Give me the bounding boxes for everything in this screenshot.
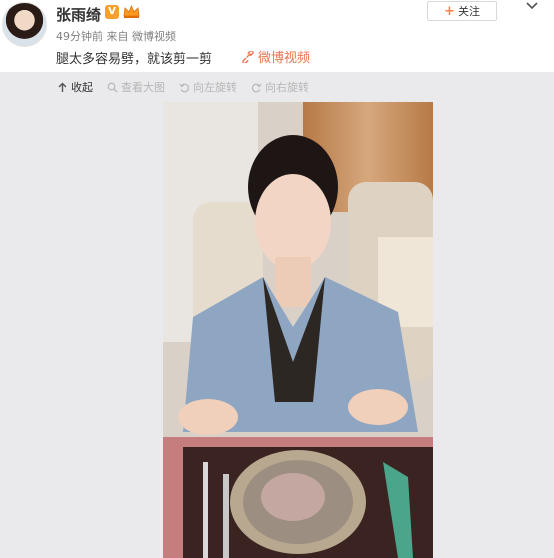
rotate-left-icon [179,83,190,92]
video-link-icon [242,50,254,63]
rotate-right-button[interactable]: 向右旋转 [251,79,309,95]
rotate-left-button[interactable]: 向左旋转 [179,79,237,95]
username[interactable]: 张雨绮 [56,4,101,25]
follow-label: 关注 [457,5,480,18]
rotate-right-icon [251,83,262,92]
vip-crown-icon[interactable] [123,4,140,19]
video-link-label: 微博视频 [258,51,311,66]
collapse-icon [58,82,67,92]
plus-icon: + [444,3,455,19]
chevron-down-icon[interactable] [525,0,539,12]
collapse-button[interactable]: 收起 [57,79,93,95]
media-box: 收起 查看大图 向左旋转 向右旋转 [0,72,554,558]
video-still-photo[interactable] [163,102,433,558]
post-text: 腿太多容易劈，就该剪一剪 [56,52,213,67]
rotate-left-label: 向左旋转 [193,81,237,94]
post-time[interactable]: 49分钟前 [56,30,103,43]
view-large-label: 查看大图 [121,81,165,94]
zoom-icon [107,82,118,93]
video-link[interactable]: 微博视频 [241,47,310,66]
collapse-label: 收起 [71,81,93,94]
source-prefix: 来自 [106,30,129,43]
post-source[interactable]: 微博视频 [132,30,176,43]
post-meta: 49分钟前 来自 微博视频 [56,28,176,44]
verified-badge[interactable]: V [105,5,119,19]
rotate-right-label: 向右旋转 [265,81,309,94]
media-toolbar: 收起 查看大图 向左旋转 向右旋转 [57,80,309,94]
follow-button[interactable]: + 关注 [427,1,497,21]
view-large-button[interactable]: 查看大图 [107,79,165,95]
post-header: 张雨绮 V 49分钟前 来自 微博视频 腿太多容易劈，就该剪一剪 微博视频 + … [0,0,554,72]
avatar[interactable] [2,2,47,47]
